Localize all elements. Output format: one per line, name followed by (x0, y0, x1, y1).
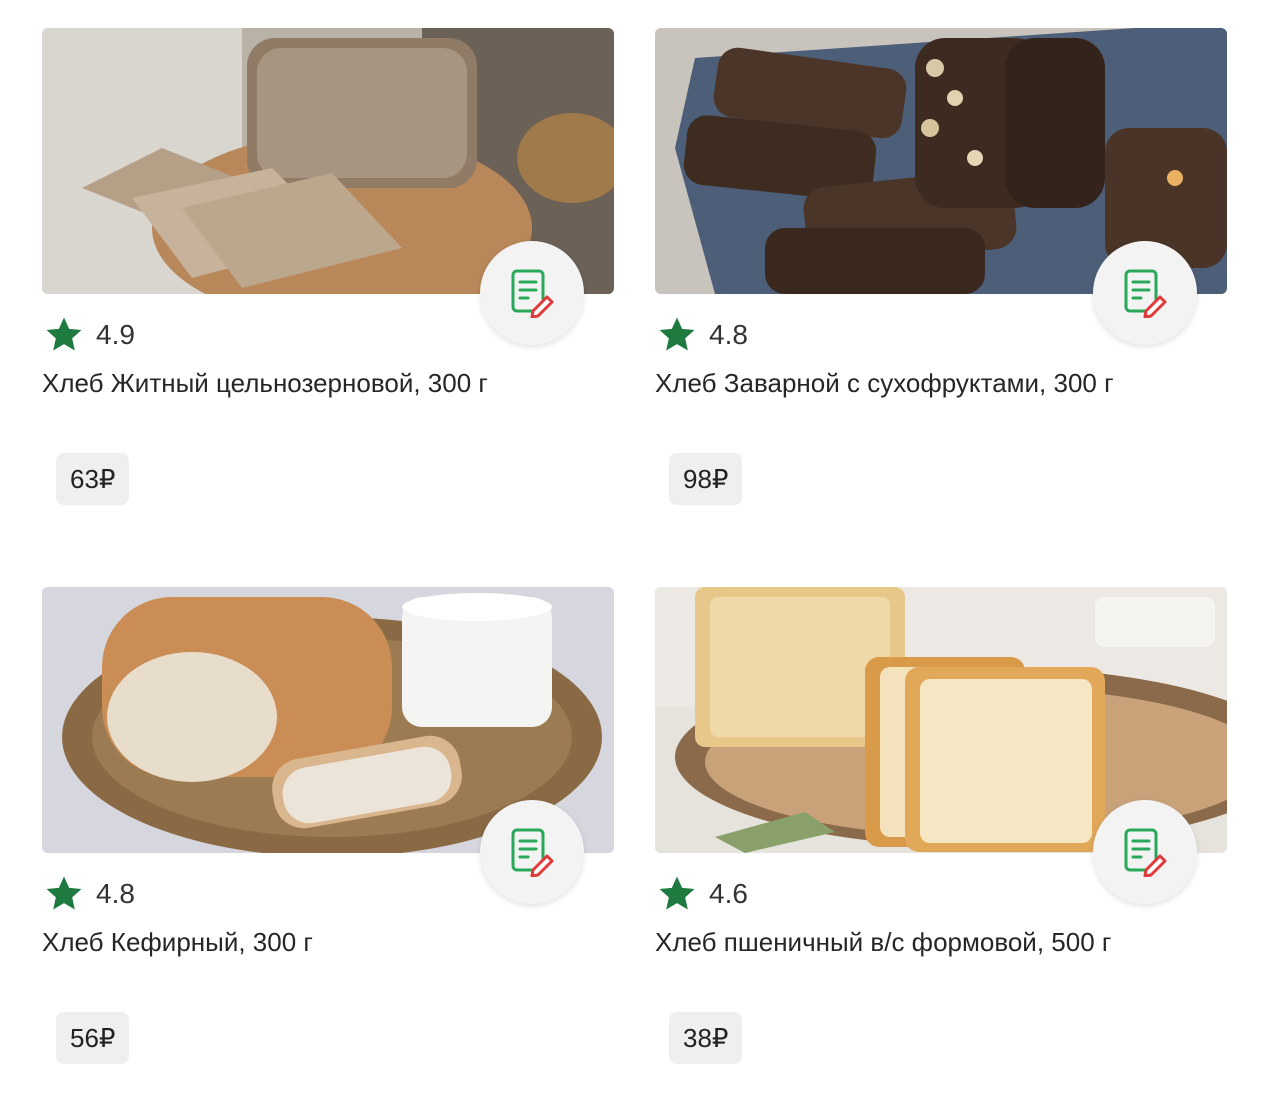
product-card[interactable]: 4.8 Хлеб Заварной с сухофруктами, 300 г … (655, 28, 1227, 528)
rating-value: 4.8 (709, 319, 748, 350)
product-card[interactable]: 4.8 Хлеб Кефирный, 300 г 56₽ (42, 587, 614, 1087)
rating: 4.9 (44, 315, 135, 355)
product-title[interactable]: Хлеб Кефирный, 300 г (42, 925, 614, 959)
star-icon (46, 876, 82, 910)
add-note-button[interactable] (480, 241, 584, 345)
product-grid: 4.9 Хлеб Житный цельнозерновой, 300 г 63… (0, 0, 1280, 1104)
note-edit-icon (511, 828, 554, 877)
price-badge[interactable]: 98₽ (669, 453, 743, 505)
add-note-button[interactable] (1093, 800, 1197, 904)
product-card[interactable]: 4.9 Хлеб Житный цельнозерновой, 300 г 63… (42, 28, 614, 528)
rating: 4.6 (657, 874, 748, 914)
note-edit-icon (1124, 828, 1167, 877)
star-icon (659, 317, 695, 351)
rating-value: 4.8 (96, 878, 135, 909)
product-card[interactable]: 4.6 Хлеб пшеничный в/с формовой, 500 г 3… (655, 587, 1227, 1087)
star-icon (46, 317, 82, 351)
note-edit-icon (511, 269, 554, 318)
rating: 4.8 (44, 874, 135, 914)
price-badge[interactable]: 38₽ (669, 1012, 743, 1064)
note-edit-icon (1124, 269, 1167, 318)
price-badge[interactable]: 63₽ (56, 453, 130, 505)
product-title[interactable]: Хлеб пшеничный в/с формовой, 500 г (655, 925, 1227, 959)
price-badge[interactable]: 56₽ (56, 1012, 130, 1064)
rating: 4.8 (657, 315, 748, 355)
star-icon (659, 876, 695, 910)
rating-value: 4.9 (96, 319, 135, 350)
add-note-button[interactable] (1093, 241, 1197, 345)
product-title[interactable]: Хлеб Житный цельнозерновой, 300 г (42, 366, 614, 400)
add-note-button[interactable] (480, 800, 584, 904)
product-title[interactable]: Хлеб Заварной с сухофруктами, 300 г (655, 366, 1227, 400)
rating-value: 4.6 (709, 878, 748, 909)
